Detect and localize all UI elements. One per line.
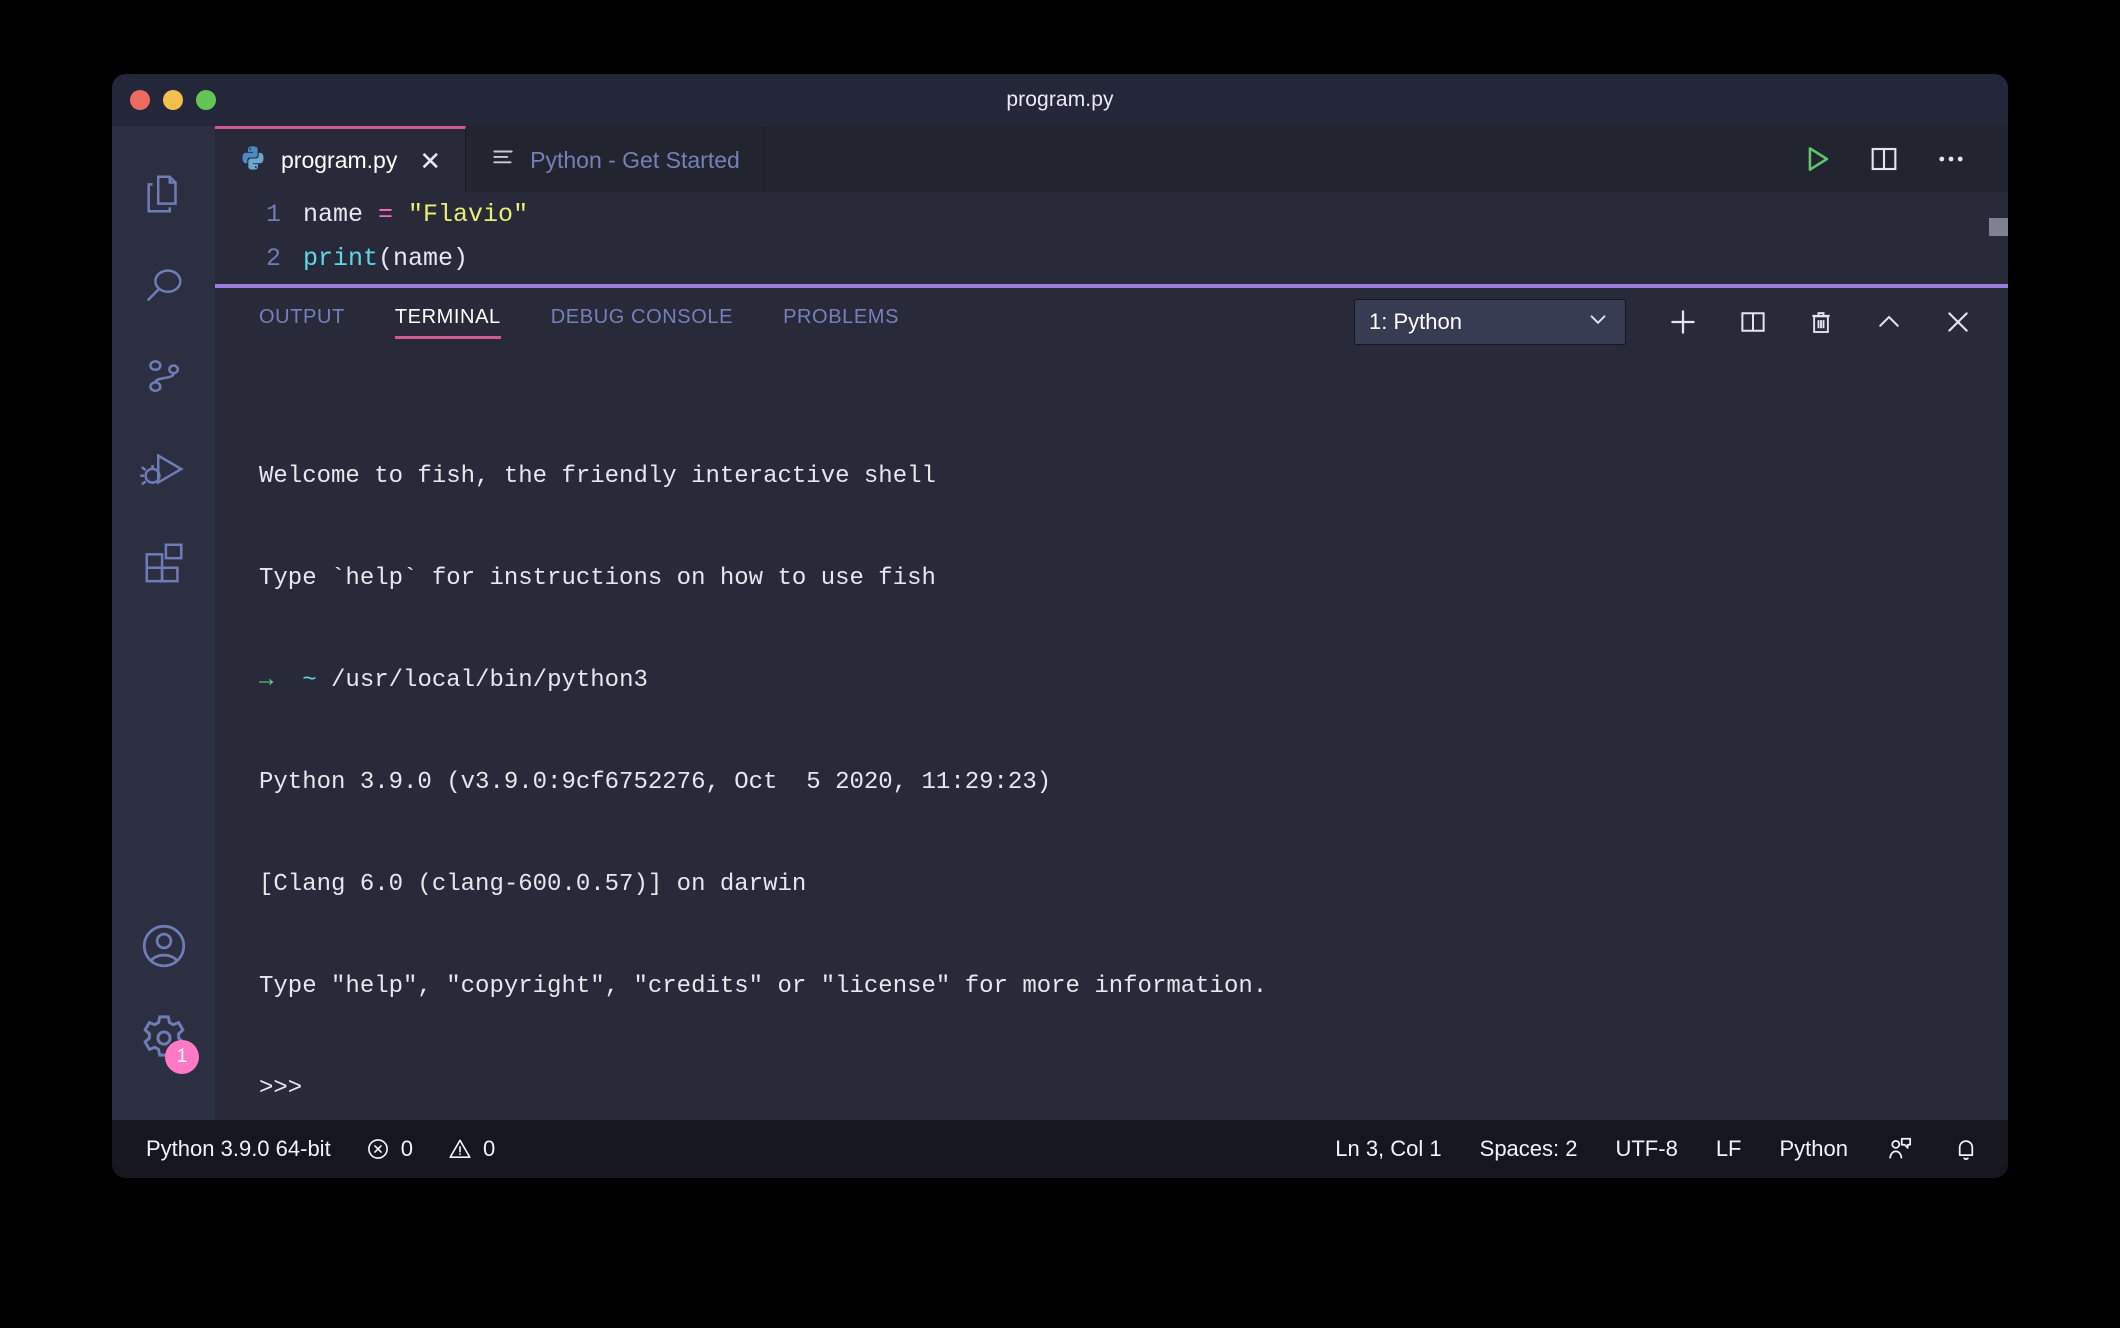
terminal-line: → ~ /usr/local/bin/python3 [259,667,648,694]
status-indentation[interactable]: Spaces: 2 [1480,1136,1578,1162]
error-circle-icon [365,1136,391,1162]
python-file-icon [239,144,267,178]
statusbar-right-group: Ln 3, Col 1 Spaces: 2 UTF-8 LF Python [1297,1135,1980,1163]
line-number: 1 [265,199,281,229]
terminal-line: Welcome to fish, the friendly interactiv… [259,463,936,490]
terminal-prompt: >>> [259,1075,303,1102]
terminal-line: Python 3.9.0 (v3.9.0:9cf6752276, Oct 5 2… [259,769,1052,796]
extensions-icon[interactable] [112,516,215,608]
line-number: 2 [265,243,281,273]
window-title: program.py [1006,88,1114,111]
status-eol[interactable]: LF [1716,1136,1742,1162]
close-panel-icon[interactable] [1942,306,1974,338]
tabbar-spacer [764,126,1800,192]
feedback-icon[interactable] [1886,1135,1914,1163]
tab-close-icon[interactable]: ✕ [419,148,441,174]
source-control-icon[interactable] [112,332,215,424]
more-actions-icon[interactable] [1934,142,1968,176]
terminal-selector[interactable]: 1: Python [1354,299,1626,345]
close-window-button[interactable] [130,90,150,110]
zoom-window-button[interactable] [196,90,216,110]
explorer-icon[interactable] [112,148,215,240]
editor-actions [1800,126,2008,192]
accounts-icon[interactable] [112,900,215,992]
vscode-window: program.py 1 program.py ✕ Python - Get S… [112,74,2008,1178]
run-python-file-icon[interactable] [1800,142,1834,176]
status-warnings-count: 0 [482,1136,496,1161]
terminal-line: [Clang 6.0 (clang-600.0.57)] on darwin [259,871,807,898]
panel-actions [1666,305,1974,339]
status-language-mode[interactable]: Python [1780,1136,1849,1162]
terminal-output[interactable]: Welcome to fish, the friendly interactiv… [215,356,2008,1120]
new-terminal-icon[interactable] [1666,305,1700,339]
status-encoding[interactable]: UTF-8 [1615,1136,1677,1162]
panel-tab-problems[interactable]: PROBLEMS [783,306,899,339]
status-errors-count: 0 [400,1136,413,1161]
kill-terminal-icon[interactable] [1806,307,1836,337]
tab-program-py[interactable]: program.py ✕ [215,126,467,192]
split-terminal-icon[interactable] [1738,307,1768,337]
tab-label: Python - Get Started [530,147,740,173]
main-area: program.py ✕ Python - Get Started 1 name… [215,126,2008,1120]
terminal-line: Type `help` for instructions on how to u… [259,565,936,592]
search-icon[interactable] [112,240,215,332]
traffic-lights [112,90,216,110]
status-bar: Python 3.9.0 64-bit 0 0 Ln 3, Col 1 Spac… [112,1120,2008,1178]
tab-label: program.py [281,147,398,173]
editor-scrollbar[interactable] [1989,218,2008,236]
walkthrough-lines-icon [490,145,516,177]
terminal-selector-value: 1: Python [1369,309,1462,334]
window-body: 1 program.py ✕ Python - Get Started 1 na… [112,126,2008,1120]
code-editor[interactable]: 1 name = "Flavio" 2 print(name) [215,192,2008,284]
tab-python-get-started[interactable]: Python - Get Started [466,126,765,192]
status-errors[interactable]: 0 [365,1136,413,1162]
minimize-window-button[interactable] [163,90,183,110]
panel-tab-terminal[interactable]: TERMINAL [394,306,501,339]
split-editor-icon[interactable] [1868,143,1900,175]
status-interpreter-label: Python 3.9.0 64-bit [146,1136,331,1161]
warning-triangle-icon [447,1136,473,1162]
maximize-panel-icon[interactable] [1874,307,1904,337]
status-cursor-position[interactable]: Ln 3, Col 1 [1335,1136,1441,1162]
notifications-bell-icon[interactable] [1952,1135,1980,1163]
panel-header: OUTPUT TERMINAL DEBUG CONSOLE PROBLEMS 1… [215,288,2008,356]
activity-bar: 1 [112,126,215,1120]
code-line: 1 name = "Flavio" [215,192,2008,236]
status-python-interpreter[interactable]: Python 3.9.0 64-bit [146,1136,331,1162]
settings-badge: 1 [165,1040,199,1074]
code-line: 2 print(name) [215,236,2008,280]
code-text: print(name) [303,243,469,273]
code-text: name = "Flavio" [303,199,529,229]
run-and-debug-icon[interactable] [112,424,215,516]
window-titlebar: program.py [112,74,2008,126]
status-warnings[interactable]: 0 [447,1136,495,1162]
settings-gear-icon[interactable]: 1 [112,992,215,1084]
panel-tab-output[interactable]: OUTPUT [259,306,345,339]
panel-tab-debug-console[interactable]: DEBUG CONSOLE [551,306,733,339]
bottom-panel: OUTPUT TERMINAL DEBUG CONSOLE PROBLEMS 1… [215,284,2008,1120]
editor-tabbar: program.py ✕ Python - Get Started [215,126,2008,192]
chevron-down-icon [1585,306,1611,338]
terminal-line: Type "help", "copyright", "credits" or "… [259,973,1268,1000]
